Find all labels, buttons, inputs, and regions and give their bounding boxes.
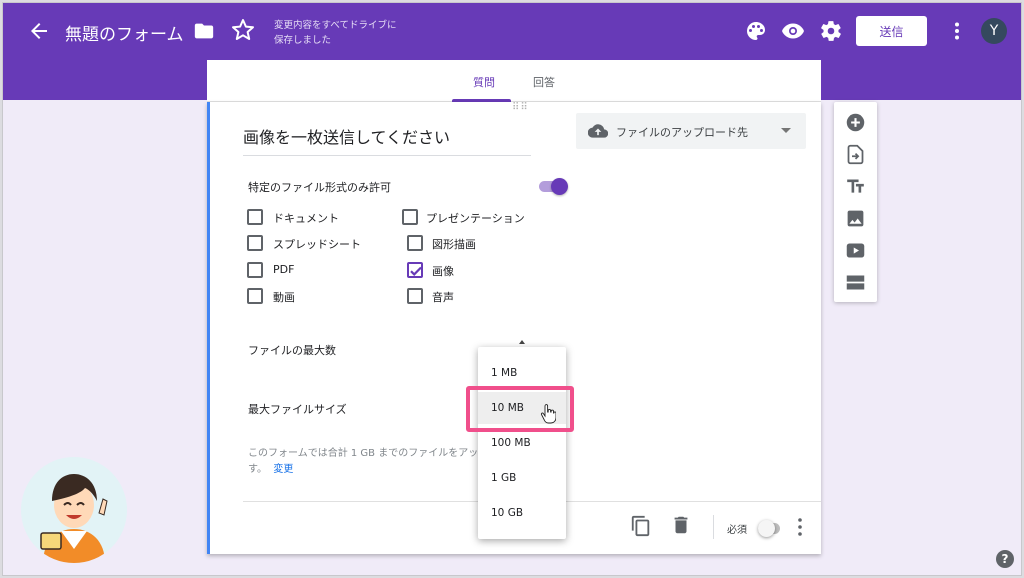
mascot-illustration <box>21 457 127 563</box>
form-title[interactable]: 無題のフォーム <box>65 20 184 45</box>
max-size-dropdown: 1 MB 10 MB 100 MB 1 GB 10 GB <box>478 347 566 539</box>
storage-note-line2: す。 <box>248 464 267 475</box>
drag-handle-icon[interactable]: ⠿⠿ <box>512 102 529 113</box>
add-question-icon[interactable] <box>845 112 866 133</box>
required-label: 必須 <box>727 525 747 536</box>
checkbox-presentation[interactable] <box>402 209 418 225</box>
checkbox-video[interactable] <box>247 288 263 304</box>
change-link[interactable]: 変更 <box>273 464 293 475</box>
side-toolbar <box>834 102 877 302</box>
add-title-icon[interactable] <box>845 176 866 197</box>
file-type-label: 図形描画 <box>432 238 476 251</box>
file-type-label: 音声 <box>432 291 454 304</box>
back-arrow-icon[interactable] <box>27 19 51 43</box>
question-title[interactable]: 画像を一枚送信してください <box>243 124 531 156</box>
file-type-label: 画像 <box>432 265 454 278</box>
checkbox-pdf[interactable] <box>247 262 263 278</box>
max-files-caret-icon[interactable] <box>519 340 525 344</box>
storage-note: このフォームでは合計 1 GB までのファイルをアップ す。 変更 <box>248 446 488 480</box>
app-frame: 無題のフォーム 変更内容をすべてドライブに 保存しました 送信 Y 質問 回答 … <box>2 2 1022 576</box>
file-type-label: プレゼンテーション <box>426 212 525 225</box>
restrict-types-toggle-thumb[interactable] <box>551 178 568 195</box>
question-more-icon[interactable] <box>796 516 804 538</box>
save-status: 変更内容をすべてドライブに 保存しました <box>274 18 396 48</box>
file-type-label: スプレッドシート <box>273 238 361 251</box>
highlight-box <box>466 386 574 432</box>
size-option-1mb[interactable]: 1 MB <box>478 357 566 389</box>
preview-eye-icon[interactable] <box>781 19 805 43</box>
tab-responses[interactable]: 回答 <box>533 74 555 90</box>
folder-icon[interactable] <box>193 20 215 42</box>
file-type-label: 動画 <box>273 291 295 304</box>
add-image-icon[interactable] <box>845 208 866 229</box>
checkbox-drawing[interactable] <box>407 235 423 251</box>
delete-icon[interactable] <box>670 514 692 536</box>
size-option-10gb[interactable]: 10 GB <box>478 497 566 529</box>
checkbox-spreadsheet[interactable] <box>247 235 263 251</box>
checkbox-audio[interactable] <box>407 288 423 304</box>
settings-gear-icon[interactable] <box>819 19 843 43</box>
help-icon[interactable]: ? <box>996 550 1014 568</box>
tabs-bar: 質問 回答 <box>207 60 821 102</box>
footer-separator <box>713 515 714 539</box>
file-type-label: PDF <box>273 263 295 276</box>
question-type-select[interactable]: ファイルのアップロード先 <box>576 113 806 149</box>
restrict-types-label: 特定のファイル形式のみ許可 <box>248 181 391 194</box>
size-option-1gb[interactable]: 1 GB <box>478 462 566 494</box>
cloud-upload-icon <box>588 124 608 138</box>
max-size-label: 最大ファイルサイズ <box>248 403 347 416</box>
add-video-icon[interactable] <box>845 240 866 261</box>
add-section-icon[interactable] <box>845 272 866 293</box>
checkmark-icon <box>410 266 422 276</box>
duplicate-icon[interactable] <box>630 515 652 537</box>
save-status-line2: 保存しました <box>274 35 332 46</box>
file-type-label: ドキュメント <box>273 212 339 225</box>
hand-cursor-icon <box>540 404 556 424</box>
dropdown-caret-icon <box>781 128 791 133</box>
max-files-label: ファイルの最大数 <box>248 344 336 357</box>
user-avatar[interactable]: Y <box>981 18 1007 44</box>
send-button[interactable]: 送信 <box>856 16 927 46</box>
checkbox-image[interactable] <box>407 262 423 278</box>
storage-note-line1: このフォームでは合計 1 GB までのファイルをアップ <box>248 448 488 459</box>
tab-questions[interactable]: 質問 <box>473 74 495 90</box>
more-vert-icon[interactable] <box>945 19 969 43</box>
checkbox-document[interactable] <box>247 209 263 225</box>
import-questions-icon[interactable] <box>845 144 866 165</box>
save-status-line1: 変更内容をすべてドライブに <box>274 20 397 31</box>
question-type-label: ファイルのアップロード先 <box>616 126 748 139</box>
required-toggle-thumb[interactable] <box>758 520 775 537</box>
palette-icon[interactable] <box>744 19 768 43</box>
star-icon[interactable] <box>231 18 255 42</box>
